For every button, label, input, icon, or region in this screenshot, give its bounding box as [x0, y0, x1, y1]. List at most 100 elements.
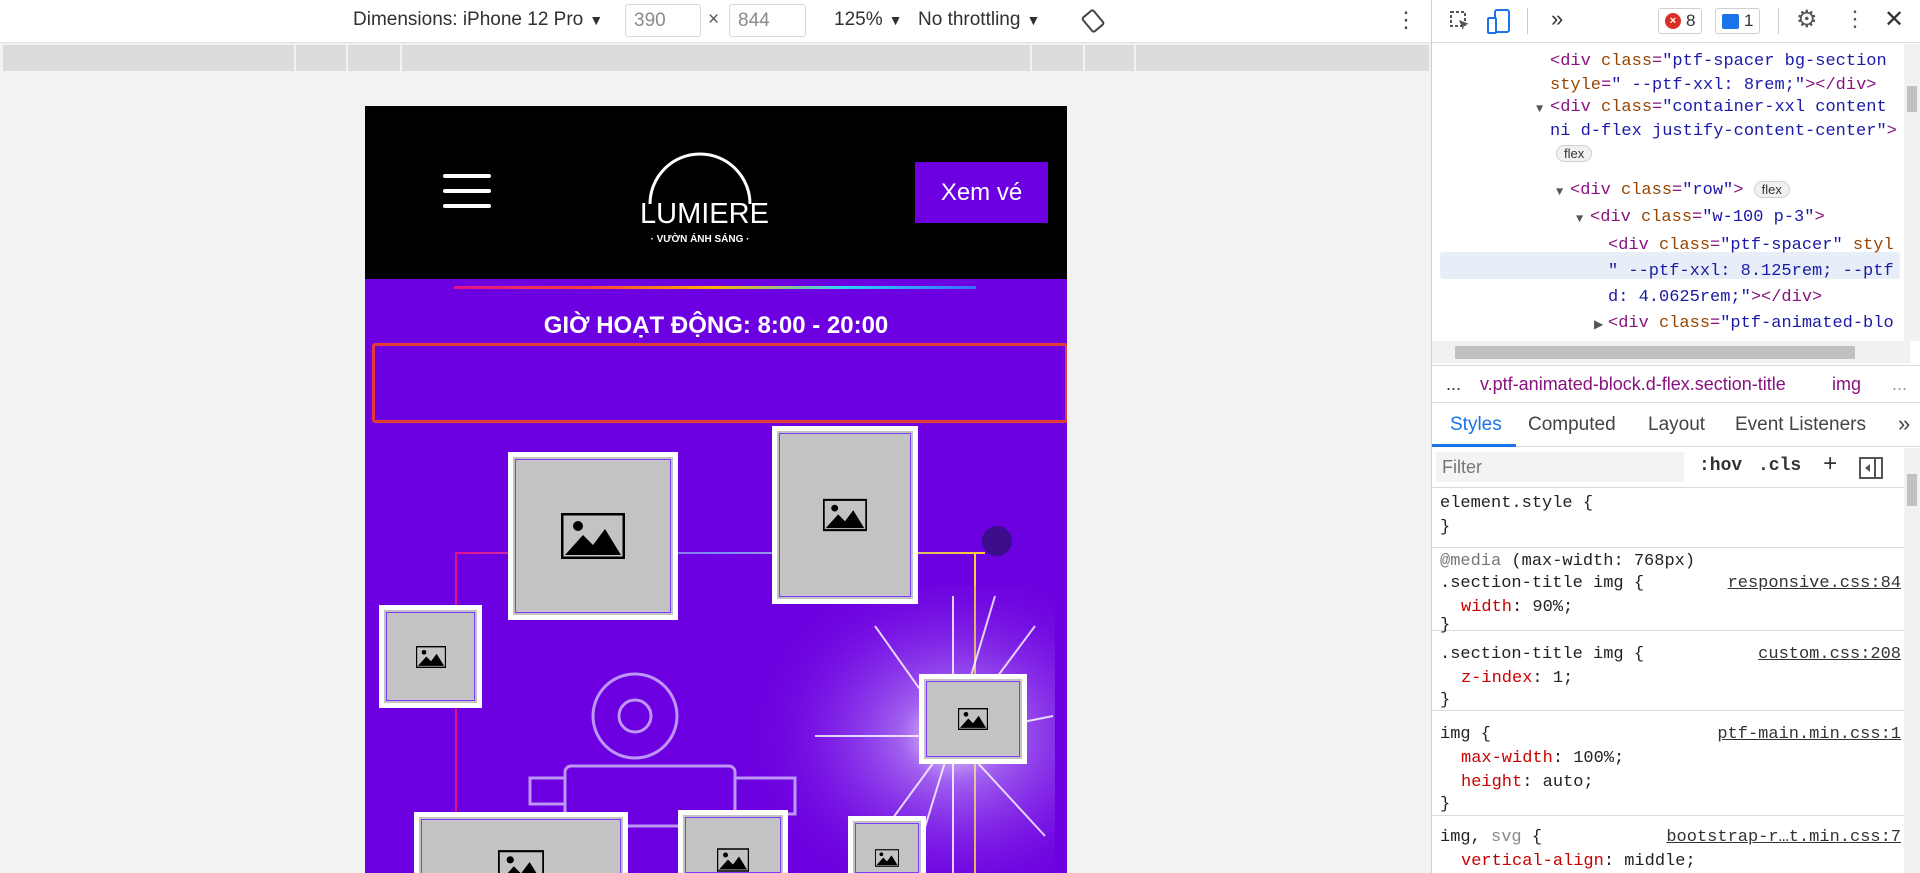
elements-horizontal-scrollbar[interactable] — [1432, 341, 1910, 363]
class-toggle[interactable]: .cls — [1758, 456, 1801, 476]
rule-source-link[interactable]: ptf-main.min.css:1 — [1717, 725, 1901, 744]
rule-source-link[interactable]: custom.css:208 — [1758, 645, 1901, 664]
image-placeholder-icon — [717, 848, 749, 872]
ruler-segment[interactable] — [294, 45, 296, 71]
message-icon — [1722, 13, 1739, 29]
tab-styles[interactable]: Styles — [1450, 414, 1502, 436]
style-declaration[interactable]: vertical-align: middle; — [1461, 852, 1696, 871]
styles-filter-input[interactable] — [1436, 452, 1684, 482]
rotate-device-icon[interactable] — [1081, 9, 1105, 33]
breadcrumb-more[interactable]: ... — [1892, 374, 1907, 395]
dom-node-line[interactable]: " --ptf-xxl: 8.125rem; --ptf — [1608, 262, 1894, 281]
gallery-image — [772, 426, 918, 604]
settings-gear-icon[interactable]: ⚙ — [1796, 5, 1818, 34]
logo-wordmark: LUMIERE — [640, 198, 769, 230]
dom-node-line[interactable]: style=" --ptf-xxl: 8rem;"></div> — [1550, 76, 1876, 95]
rule-source-link[interactable]: responsive.css:84 — [1728, 574, 1901, 593]
more-options-icon[interactable]: ⋮ — [1395, 9, 1417, 31]
sidebar-tabs: Styles Computed Layout Event Listeners » — [1432, 403, 1920, 447]
rule-selector[interactable]: img { — [1440, 725, 1491, 744]
new-rule-icon[interactable]: + — [1823, 452, 1837, 479]
tab-computed[interactable]: Computed — [1528, 414, 1616, 436]
dom-node-line[interactable]: ni d-flex justify-content-center"> — [1550, 122, 1897, 141]
style-declaration[interactable]: width: 90%; — [1461, 598, 1573, 617]
style-rule: .section-title img { custom.css:208 z-in… — [1432, 631, 1905, 711]
device-emulation-pane: Dimensions: iPhone 12 Pro ▼ 390 × 844 12… — [0, 0, 1431, 873]
style-rule: img { ptf-main.min.css:1 max-width: 100%… — [1432, 711, 1905, 816]
gallery-image — [508, 452, 678, 620]
collapse-triangle-icon[interactable]: ▼ — [1556, 185, 1563, 199]
logo-subtitle: · VƯỜN ÁNH SÁNG · — [650, 234, 750, 245]
caret-down-icon: ▼ — [888, 12, 903, 28]
toolbar-divider — [1778, 8, 1779, 34]
styles-filter-bar: :hov .cls + — [1432, 448, 1920, 488]
flex-badge[interactable]: flex — [1556, 145, 1593, 164]
flex-badge[interactable]: flex — [1753, 181, 1790, 199]
site-logo[interactable]: LUMIERE · VƯỜN ÁNH SÁNG · — [640, 146, 769, 246]
throttling-dropdown[interactable]: No throttling ▼ — [918, 9, 1040, 31]
rule-selector[interactable]: element.style { — [1440, 494, 1593, 513]
devtools-panel: » × 8 1 ⚙ ⋮ ✕ <div class="ptf-spacer bg-… — [1431, 0, 1920, 873]
rule-selector[interactable]: .section-title img { — [1440, 574, 1644, 593]
gallery-image — [379, 605, 482, 708]
media-query: @media (max-width: 768px) — [1440, 552, 1696, 571]
hover-state-toggle[interactable]: :hov — [1699, 456, 1742, 476]
zoom-dropdown[interactable]: 125% ▼ — [834, 9, 902, 31]
device-width-input[interactable]: 390 — [625, 4, 701, 37]
device-dimensions-label: Dimensions: iPhone 12 Pro — [353, 9, 584, 30]
expand-triangle-icon[interactable]: ▶ — [1594, 317, 1603, 332]
more-tabs-icon[interactable]: » — [1551, 6, 1563, 32]
styles-pane: element.style { } @media (max-width: 768… — [1432, 490, 1905, 873]
dom-node-line[interactable]: <div class="row"> flex — [1570, 181, 1790, 200]
breadcrumb-item-current[interactable]: img — [1832, 374, 1861, 395]
messages-count: 1 — [1744, 11, 1754, 30]
inspect-element-icon[interactable] — [1448, 9, 1472, 33]
device-height-input[interactable]: 844 — [729, 4, 806, 37]
collapse-triangle-icon[interactable]: ▼ — [1576, 212, 1583, 226]
gallery-image — [919, 674, 1027, 764]
more-options-icon[interactable]: ⋮ — [1844, 6, 1866, 32]
tab-layout[interactable]: Layout — [1648, 414, 1705, 436]
ruler-segment[interactable] — [1083, 45, 1085, 71]
toggle-sidebar-icon[interactable] — [1859, 457, 1883, 479]
dom-node-line[interactable]: <div class="ptf-spacer" styl — [1608, 236, 1894, 255]
dom-node-line[interactable]: d: 4.0625rem;"></div> — [1608, 288, 1822, 307]
ruler-segment[interactable] — [346, 45, 348, 71]
image-placeholder-icon — [875, 849, 899, 867]
breadcrumb-ellipsis[interactable]: ... — [1446, 374, 1461, 395]
dom-node-line[interactable]: <div class="container-xxl content — [1550, 98, 1887, 117]
more-tabs-icon[interactable]: » — [1898, 411, 1910, 437]
ruler-segment[interactable] — [1134, 45, 1136, 71]
buy-ticket-button[interactable]: Xem vé — [915, 162, 1048, 223]
collapse-triangle-icon[interactable]: ▼ — [1536, 102, 1543, 116]
elements-vertical-scrollbar[interactable] — [1904, 44, 1920, 341]
rule-selector[interactable]: img, svg { — [1440, 828, 1542, 847]
ruler-segment[interactable] — [400, 45, 402, 71]
tab-event-listeners[interactable]: Event Listeners — [1735, 414, 1866, 436]
image-placeholder-icon — [561, 513, 625, 559]
errors-badge[interactable]: × 8 — [1658, 8, 1703, 34]
media-query-ruler[interactable] — [3, 45, 1429, 71]
ruler-segment[interactable] — [1030, 45, 1032, 71]
device-dimensions-dropdown[interactable]: Dimensions: iPhone 12 Pro ▼ — [353, 9, 603, 31]
style-rule-media: @media (max-width: 768px) .section-title… — [1432, 548, 1905, 635]
device-toolbar-toggle-icon[interactable] — [1487, 9, 1511, 35]
dom-node-line[interactable]: <div class="ptf-spacer bg-section — [1550, 52, 1887, 71]
toolbar-divider — [1527, 8, 1528, 34]
close-devtools-icon[interactable]: ✕ — [1884, 5, 1904, 34]
style-declaration[interactable]: max-width: 100%; — [1461, 749, 1624, 768]
devtools-toolbar: » × 8 1 ⚙ ⋮ ✕ — [1432, 0, 1920, 43]
breadcrumb-item[interactable]: v.ptf-animated-block.d-flex.section-titl… — [1480, 374, 1786, 395]
style-declaration[interactable]: z-index: 1; — [1461, 669, 1573, 688]
dom-node-line-selected[interactable]: <div class="w-100 p-3"> — [1590, 208, 1825, 227]
caret-down-icon: ▼ — [1026, 12, 1041, 28]
styles-vertical-scrollbar[interactable] — [1904, 448, 1920, 873]
style-declaration[interactable]: height: auto; — [1461, 773, 1594, 792]
logo-arc-icon — [648, 152, 752, 205]
messages-badge[interactable]: 1 — [1715, 8, 1761, 34]
rule-source-link[interactable]: bootstrap-r…t.min.css:7 — [1666, 828, 1901, 847]
dom-node-line[interactable]: <div class="ptf-animated-blo — [1608, 314, 1894, 333]
opening-hours-text: GIỜ HOẠT ĐỘNG: 8:00 - 20:00 — [543, 312, 889, 339]
hamburger-menu-icon[interactable] — [443, 174, 491, 208]
rule-selector[interactable]: .section-title img { — [1440, 645, 1644, 664]
